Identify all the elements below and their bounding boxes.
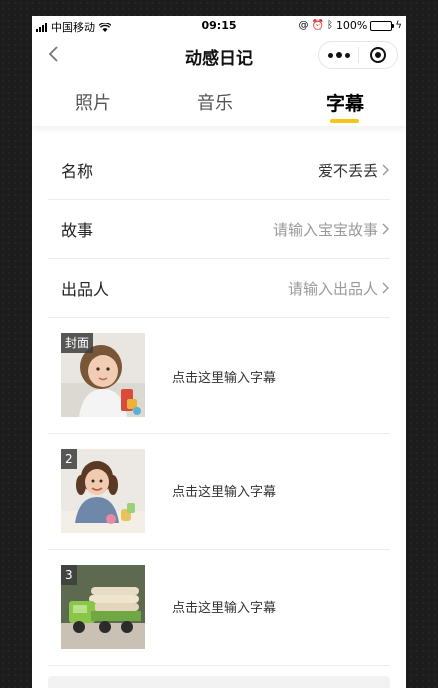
producer-label: 出品人 [61,280,110,299]
photo-badge: 2 [61,449,77,469]
producer-field[interactable]: 请输入出品人 [288,278,390,299]
battery-percent: 100% [335,19,368,32]
name-label: 名称 [61,162,94,181]
active-tab-indicator [330,119,359,123]
name-value: 爱不丢丢 [318,160,390,181]
producer-row[interactable]: 出品人 请输入出品人 [48,259,390,318]
bottom-panel-edge [48,676,390,688]
phone-screen: 中国移动 09:15 @ ⏰ ᛒ 100% ϟ 动感日记 照片 音乐 字幕 名称… [32,16,406,688]
tab-subtitles[interactable]: 字幕 [326,89,364,116]
more-icon[interactable] [319,42,358,68]
tab-music[interactable]: 音乐 [197,89,233,115]
chevron-right-icon [382,164,389,176]
status-bar: 中国移动 09:15 @ ⏰ ᛒ 100% ϟ [32,16,406,36]
story-placeholder: 请输入宝宝故事 [272,220,378,239]
alarm-icon: ⏰ [311,20,324,31]
photo-badge: 3 [61,565,77,585]
photo-item: 封面 点击这里输入字幕 [48,318,390,434]
status-right: @ ⏰ ᛒ 100% ϟ [298,19,402,32]
photo-item: 2 点击这里输入字幕 [48,434,390,550]
producer-placeholder: 请输入出品人 [287,279,378,298]
mini-program-capsule [318,41,398,69]
photo-caption[interactable]: 点击这里输入字幕 [172,367,276,386]
photo-caption[interactable]: 点击这里输入字幕 [172,481,276,500]
battery-icon [370,20,395,31]
photo-caption[interactable]: 点击这里输入字幕 [172,597,276,616]
bluetooth-icon: ᛒ [326,20,333,31]
photo-thumbnail[interactable]: 2 [61,449,145,533]
name-value-text: 爱不丢丢 [317,161,378,180]
story-row[interactable]: 故事 请输入宝宝故事 [48,200,390,259]
tab-photos[interactable]: 照片 [75,89,111,115]
story-label: 故事 [61,221,94,240]
photo-thumbnail[interactable]: 封面 [61,333,145,417]
photo-item: 3 点击这里输入字幕 [48,550,390,666]
subtitle-form: 名称 爱不丢丢 故事 请输入宝宝故事 出品人 请输入出品人 封面 点击这里输入字… [48,141,390,666]
name-row[interactable]: 名称 爱不丢丢 [48,141,390,200]
location-icon: @ [298,20,309,31]
tab-bar: 照片 音乐 字幕 [32,72,406,126]
close-circle-icon[interactable] [359,42,397,68]
chevron-right-icon [382,282,389,294]
chevron-right-icon [382,223,389,235]
story-field[interactable]: 请输入宝宝故事 [273,219,390,240]
photo-thumbnail[interactable]: 3 [61,565,145,649]
charging-icon: ϟ [395,20,402,31]
nav-bar: 动感日记 [32,36,406,72]
photo-badge: 封面 [61,333,94,353]
